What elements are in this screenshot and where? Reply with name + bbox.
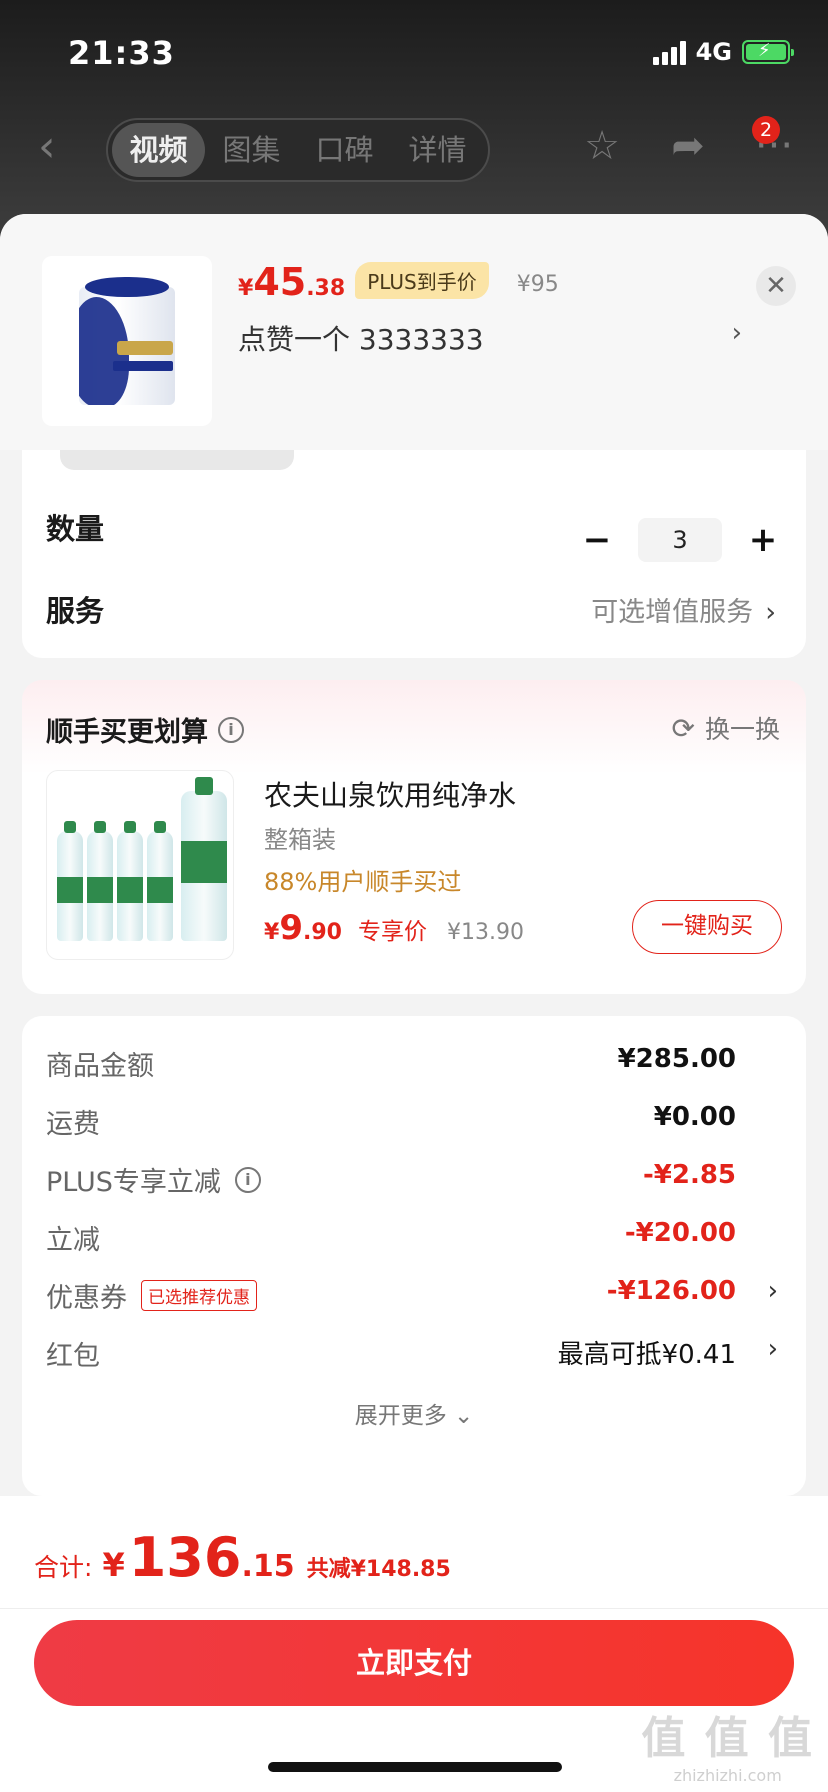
- price-integer: 45: [253, 260, 307, 304]
- top-navigation: ‹ 视频 图集 口碑 详情 ☆ ➦ ··· 2: [0, 108, 828, 188]
- coupon-tag: 已选推荐优惠: [141, 1280, 257, 1311]
- summary-label: 运费: [46, 1109, 100, 1140]
- summary-row-coupon[interactable]: 优惠券 已选推荐优惠 -¥126.00 ›: [46, 1276, 778, 1316]
- milk-powder-can-image: [79, 277, 175, 405]
- product-header: ¥ 45 .38 PLUS到手价 ¥95 点赞一个 3333333 › ✕: [0, 214, 828, 450]
- summary-label: 商品金额: [46, 1051, 154, 1082]
- decrement-button[interactable]: −: [582, 520, 612, 560]
- network-type: 4G: [695, 38, 732, 66]
- signal-icon: [652, 39, 686, 65]
- summary-row-shipping: 运费 ¥0.00: [46, 1102, 778, 1142]
- variant-list-edge: [60, 450, 294, 470]
- checkout-footer: 合计: ¥ 136 .15 共减¥148.85 立即支付 值 值 值 zhizh…: [0, 1496, 828, 1792]
- chevron-right-icon[interactable]: ›: [732, 318, 742, 348]
- total-decimal: .15: [241, 1549, 295, 1584]
- summary-row-red-packet[interactable]: 红包 最高可抵¥0.41 ›: [46, 1334, 778, 1374]
- original-price: ¥95: [516, 272, 559, 297]
- status-time: 21:33: [68, 34, 175, 72]
- chevron-right-icon: ›: [767, 1334, 778, 1364]
- swap-label: 换一换: [704, 715, 780, 744]
- water-product-image[interactable]: [46, 770, 234, 960]
- summary-row-instant-discount: 立减 -¥20.00: [46, 1218, 778, 1258]
- summary-label-group: 优惠券 已选推荐优惠: [46, 1276, 257, 1315]
- price-summary-card: 商品金额 ¥285.00 运费 ¥0.00 PLUS专享立减 i -¥2.85 …: [22, 1016, 806, 1496]
- recommendation-title-text: 顺手买更划算: [46, 717, 208, 748]
- recommended-item-price: ¥ 9 .90 专享价 ¥13.90: [264, 908, 524, 948]
- star-icon[interactable]: ☆: [578, 122, 626, 170]
- more-icon[interactable]: ··· 2: [750, 116, 798, 170]
- info-icon[interactable]: i: [218, 716, 244, 743]
- one-click-buy-button[interactable]: 一键购买: [632, 900, 782, 954]
- quantity-label: 数量: [46, 512, 105, 546]
- summary-value: -¥126.00: [606, 1276, 736, 1306]
- summary-label-group: PLUS专享立减 i: [46, 1160, 261, 1199]
- summary-label: 立减: [46, 1225, 100, 1256]
- selected-variant[interactable]: 点赞一个 3333333: [238, 318, 484, 358]
- service-label: 服务: [46, 594, 105, 628]
- service-value: 可选增值服务: [591, 597, 754, 628]
- tab-details[interactable]: 详情: [391, 123, 484, 177]
- total-currency: ¥: [102, 1546, 125, 1584]
- rec-price-integer: 9: [279, 908, 303, 948]
- quantity-service-card: 数量 − 3 + 服务 可选增值服务 ›: [22, 450, 806, 658]
- share-icon[interactable]: ➦: [664, 122, 712, 170]
- site-watermark: 值 值 值 zhizhizhi.com: [641, 1702, 814, 1785]
- media-tabs: 视频 图集 口碑 详情: [106, 118, 490, 182]
- recommendation-card: 顺手买更划算 i ⟳ 换一换 农夫山泉饮用纯净水 整箱装 88%用户顺手买过 ¥…: [22, 680, 806, 994]
- pay-now-button[interactable]: 立即支付: [34, 1620, 794, 1706]
- summary-row-plus-discount: PLUS专享立减 i -¥2.85: [46, 1160, 778, 1200]
- swap-button[interactable]: ⟳ 换一换: [672, 710, 780, 746]
- rec-original-price: ¥13.90: [446, 920, 524, 945]
- close-icon[interactable]: ✕: [756, 266, 796, 306]
- watermark-logo: 值 值 值: [641, 1713, 814, 1764]
- summary-label: 红包: [46, 1341, 100, 1372]
- recommended-item-name[interactable]: 农夫山泉饮用纯净水: [264, 774, 516, 814]
- rec-price-decimal: .90: [302, 920, 342, 945]
- summary-row-subtotal: 商品金额 ¥285.00: [46, 1044, 778, 1084]
- recommended-item-spec: 整箱装: [264, 826, 336, 854]
- battery-icon: ⚡: [742, 40, 794, 64]
- quantity-stepper: − 3 +: [582, 518, 778, 562]
- tab-gallery[interactable]: 图集: [205, 123, 298, 177]
- plus-price-tag: PLUS到手价: [355, 262, 489, 299]
- service-selector[interactable]: 可选增值服务 ›: [591, 590, 776, 629]
- order-total: 合计: ¥ 136 .15 共减¥148.85: [34, 1526, 451, 1589]
- tab-video[interactable]: 视频: [112, 123, 205, 177]
- refresh-icon: ⟳: [671, 711, 695, 745]
- divider: [0, 1608, 828, 1609]
- summary-value: ¥285.00: [617, 1044, 736, 1074]
- watermark-url: zhizhizhi.com: [673, 1766, 782, 1785]
- tab-reviews[interactable]: 口碑: [298, 123, 391, 177]
- status-indicators: 4G ⚡: [652, 38, 794, 66]
- back-icon[interactable]: ‹: [38, 122, 74, 172]
- notification-badge: 2: [752, 116, 780, 144]
- chevron-right-icon: ›: [765, 597, 776, 628]
- increment-button[interactable]: +: [748, 520, 778, 560]
- quantity-input[interactable]: 3: [638, 518, 722, 562]
- recommended-item-stat: 88%用户顺手买过: [264, 868, 462, 896]
- info-icon[interactable]: i: [234, 1166, 261, 1193]
- price-decimal: .38: [306, 276, 346, 301]
- status-bar: 21:33 4G ⚡: [0, 0, 828, 100]
- summary-value: 最高可抵¥0.41: [557, 1340, 736, 1370]
- rec-price-tag: 专享价: [357, 919, 427, 945]
- summary-value: -¥20.00: [624, 1218, 736, 1248]
- summary-value: ¥0.00: [653, 1102, 736, 1132]
- nav-actions: ☆ ➦ ··· 2: [578, 116, 798, 170]
- summary-value: -¥2.85: [642, 1160, 736, 1190]
- summary-label: PLUS专享立减: [46, 1167, 221, 1198]
- recommendation-title: 顺手买更划算 i: [46, 710, 244, 749]
- total-integer: 136: [128, 1526, 242, 1589]
- expand-more-button[interactable]: 展开更多 ⌄: [22, 1396, 806, 1430]
- total-label: 合计:: [34, 1553, 93, 1582]
- total-savings: 共减¥148.85: [306, 1557, 451, 1582]
- chevron-right-icon: ›: [767, 1276, 778, 1306]
- price-currency: ¥: [238, 276, 254, 301]
- product-price: ¥ 45 .38 PLUS到手价 ¥95: [238, 260, 559, 305]
- product-thumbnail[interactable]: [42, 256, 212, 426]
- rec-price-currency: ¥: [264, 920, 280, 945]
- home-indicator[interactable]: [268, 1762, 562, 1772]
- summary-label: 优惠券: [46, 1283, 127, 1314]
